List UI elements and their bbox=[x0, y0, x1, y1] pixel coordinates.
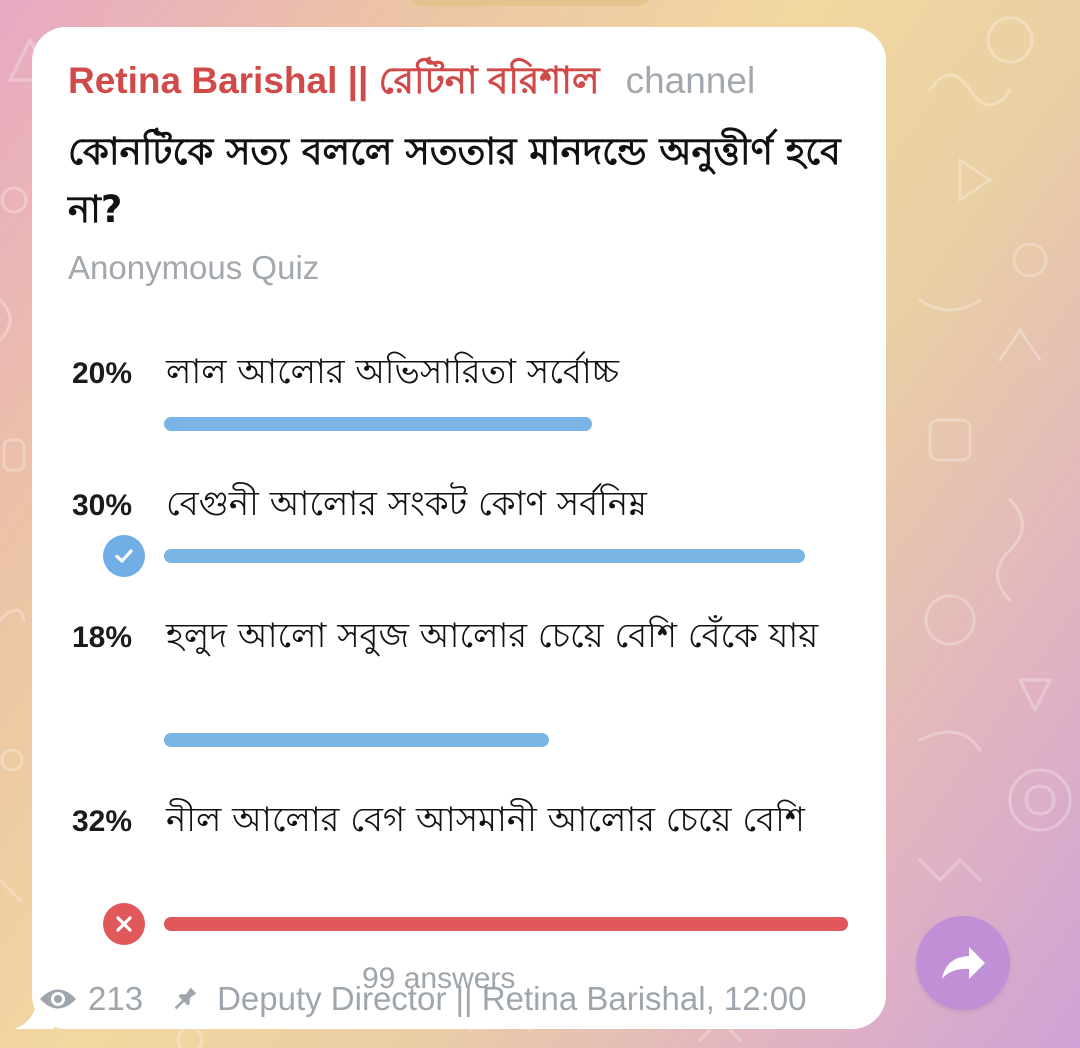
eye-icon bbox=[40, 989, 76, 1009]
quiz-type-label: Anonymous Quiz bbox=[68, 249, 320, 286]
option-text: বেগুনী আলোর সংকট কোণ সর্বনিম্ন bbox=[166, 484, 647, 524]
option-text: নীল আলোর বেগ আসমানী আলোর চেয়ে বেশি bbox=[166, 800, 805, 840]
channel-tag: channel bbox=[625, 60, 756, 101]
option-text: লাল আলোর অভিসারিতা সর্বোচ্চ bbox=[166, 352, 619, 392]
option-percent: 32% bbox=[72, 805, 133, 838]
close-icon bbox=[116, 916, 132, 932]
message-header: Retina Barishal || রেটিনা বরিশাল channel bbox=[68, 51, 755, 114]
pin-icon bbox=[174, 987, 197, 1010]
result-bar bbox=[164, 549, 805, 563]
correct-check-badge bbox=[103, 535, 145, 577]
poll-question: কোনটিকে সত্য বললে সততার মানদন্ডে অনুত্তী… bbox=[68, 130, 841, 231]
channel-name[interactable]: Retina Barishal || রেটিনা বরিশাল bbox=[68, 60, 600, 101]
share-button[interactable] bbox=[916, 916, 1010, 1010]
author-time: Deputy Director || Retina Barishal, 12:0… bbox=[217, 980, 807, 1017]
result-bar bbox=[164, 917, 848, 931]
pinned-bar-edge bbox=[408, 0, 652, 6]
share-arrow-icon bbox=[942, 947, 985, 979]
option-percent: 20% bbox=[72, 357, 133, 390]
result-bar bbox=[164, 417, 592, 431]
message-meta: 213 Deputy Director || Retina Barishal, … bbox=[38, 977, 807, 1021]
option-text: হলুদ আলো সবুজ আলোর চেয়ে বেশি বেঁকে যায় bbox=[166, 616, 819, 656]
option-percent: 18% bbox=[72, 621, 133, 654]
view-count: 213 bbox=[88, 980, 144, 1017]
incorrect-x-badge bbox=[103, 903, 145, 945]
option-percent: 30% bbox=[72, 489, 133, 522]
result-bar bbox=[164, 733, 549, 747]
message-bubble[interactable]: Retina Barishal || রেটিনা বরিশাল channel … bbox=[32, 27, 886, 1029]
check-icon bbox=[115, 549, 133, 563]
